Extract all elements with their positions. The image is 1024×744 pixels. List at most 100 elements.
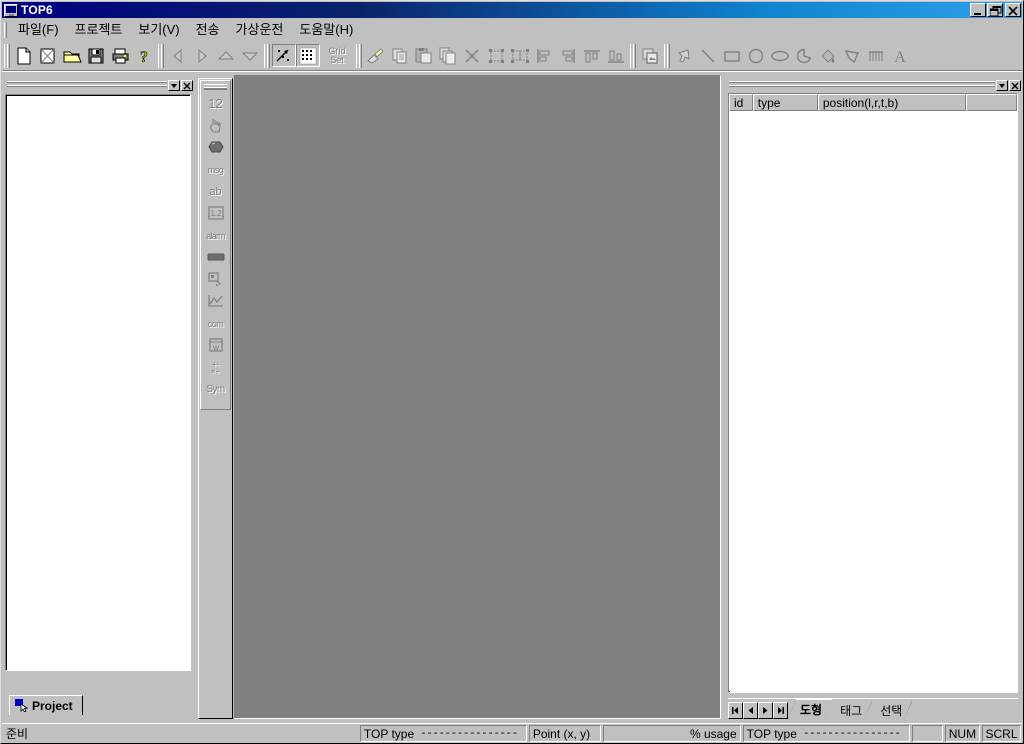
menu-item-file[interactable]: 파일(F) [10,21,67,40]
toolbar-grip-3[interactable] [264,43,270,68]
next-button[interactable] [190,44,214,67]
menu-item-project[interactable]: 프로젝트 [67,21,131,40]
object-toolbar-inner: 12 msg ab 1.2 alarm com w +- ×÷ Sym [200,80,231,410]
column-header-position[interactable]: position(l,r,t,b) [817,94,966,111]
ellipse-button[interactable] [768,44,792,67]
drawing-canvas[interactable] [234,75,721,719]
toolbar-grip-6[interactable] [664,43,670,68]
toolbar-grip-4[interactable] [356,43,362,68]
project-tab[interactable]: Project [9,695,83,715]
toolbar-grip-1[interactable] [4,43,10,68]
column-header-extra[interactable] [965,94,1017,111]
align-left-button[interactable] [532,44,556,67]
grid-set-button[interactable]: Grid Set [320,44,354,67]
toolbar-grip-2[interactable] [158,43,164,68]
restore-button[interactable] [987,3,1003,17]
status-scrl-label: SCRL [985,726,1018,741]
show-grid-button[interactable] [296,44,320,67]
menu-grip[interactable] [4,22,7,38]
prev-button[interactable] [166,44,190,67]
copy-button[interactable] [388,44,412,67]
group-button[interactable] [484,44,508,67]
tab-shape[interactable]: 도형 [788,699,832,719]
comm-tool[interactable]: com [204,313,228,335]
touch-key-tool[interactable] [204,115,228,137]
text-button[interactable]: A [888,44,912,67]
project-panel: Project [4,78,194,717]
window-tool[interactable]: w [204,335,228,357]
tab-next-button[interactable] [758,702,773,719]
status-usage-pane: % usage [602,725,741,742]
trend-graph-tool[interactable] [204,291,228,313]
new-screen-button[interactable] [36,44,60,67]
up-button[interactable] [214,44,238,67]
menu-item-simulation[interactable]: 가상운전 [228,21,292,40]
object-list[interactable]: id type position(l,r,t,b) [728,93,1018,693]
menu-item-view[interactable]: 보기(V) [130,21,187,40]
sound-tool[interactable] [204,269,228,291]
message-tool[interactable]: msg [204,159,228,181]
paste-button[interactable] [412,44,436,67]
project-panel-close-button[interactable] [181,80,193,91]
fill-button[interactable] [816,44,840,67]
ungroup-button[interactable] [508,44,532,67]
select-pointer-button[interactable] [672,44,696,67]
status-top-type-label: TOP type [363,726,415,741]
align-top-button[interactable] [580,44,604,67]
column-header-type[interactable]: type [752,94,818,111]
tab-last-button[interactable] [773,702,788,719]
tab-prev-button[interactable] [743,702,758,719]
rectangle-button[interactable] [720,44,744,67]
align-bottom-button[interactable] [604,44,628,67]
delete-button[interactable] [460,44,484,67]
object-toolbar-grip[interactable] [204,84,227,90]
help-button[interactable]: ? [132,44,156,67]
toolbar-grip-5[interactable] [630,43,636,68]
menu-item-transfer[interactable]: 전송 [188,21,228,40]
data-display-tool[interactable]: 1.2 [204,203,228,225]
polygon-button[interactable] [840,44,864,67]
object-list-panel: id type position(l,r,t,b) 도형 태그 선택 [726,78,1022,719]
object-list-menu-button[interactable] [996,80,1008,91]
open-button[interactable] [60,44,84,67]
new-button[interactable] [12,44,36,67]
pie-button[interactable] [792,44,816,67]
title-bar: TOP6 [2,2,1022,18]
lamp-tool[interactable] [204,137,228,159]
bar-graph-tool[interactable] [204,247,228,269]
duplicate-button[interactable] [436,44,460,67]
format-painter-button[interactable] [364,44,388,67]
down-button[interactable] [238,44,262,67]
minimize-button[interactable] [970,3,986,17]
close-button[interactable] [1005,3,1021,17]
project-tree[interactable] [5,94,191,671]
numeric-display-tool[interactable]: 12 [204,93,228,115]
image-library-button[interactable] [638,44,662,67]
symbol-tool[interactable]: Sym [204,379,228,401]
print-button[interactable] [108,44,132,67]
operation-tool[interactable]: +- ×÷ [204,357,228,379]
object-list-rows[interactable] [729,111,1017,691]
menu-bar: 파일(F) 프로젝트 보기(V) 전송 가상운전 도움말(H) [2,20,1022,40]
project-panel-grip[interactable] [7,81,167,90]
tab-tag[interactable]: 태그 [828,701,872,719]
save-button[interactable] [84,44,108,67]
alarm-icon: alarm [206,231,225,241]
tab-select[interactable]: 선택 [868,701,912,719]
alarm-tool[interactable]: alarm [204,225,228,247]
snap-to-grid-button[interactable] [272,44,296,67]
menu-item-help[interactable]: 도움말(H) [291,21,361,40]
column-header-id[interactable]: id [729,94,753,111]
object-list-close-button[interactable] [1009,80,1021,91]
object-list-caption [727,79,1021,92]
hatch-button[interactable] [864,44,888,67]
align-right-button[interactable] [556,44,580,67]
object-list-grip[interactable] [729,81,995,90]
text-input-tool[interactable]: ab [204,181,228,203]
circle-button[interactable] [744,44,768,67]
status-scrl-indicator: SCRL [982,725,1022,742]
line-button[interactable] [696,44,720,67]
tab-first-button[interactable] [728,702,743,719]
project-panel-menu-button[interactable] [168,80,180,91]
canvas-surface[interactable] [235,76,720,718]
